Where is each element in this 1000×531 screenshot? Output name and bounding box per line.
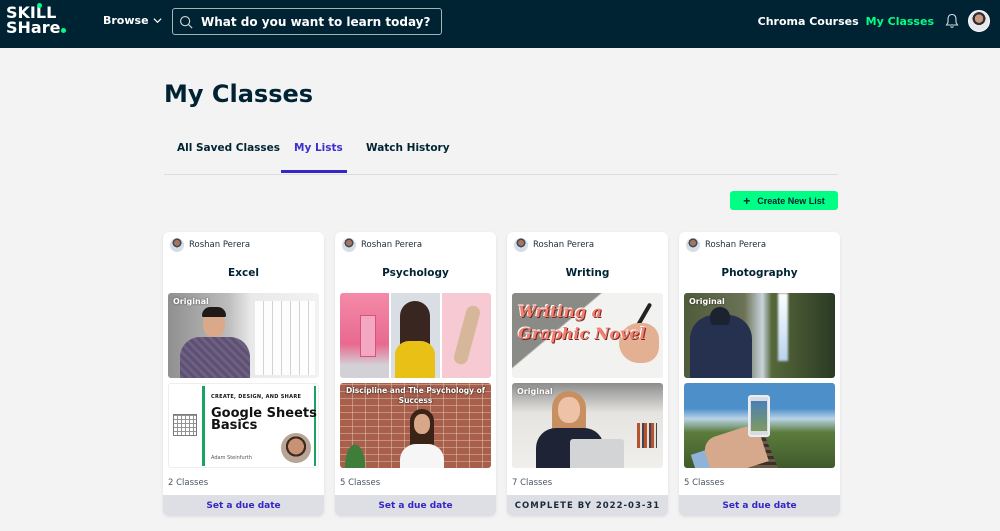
phone-image <box>748 395 770 437</box>
instructor-image <box>558 397 580 423</box>
original-badge: Original <box>517 387 553 396</box>
create-new-list-button[interactable]: + Create New List <box>730 191 838 210</box>
class-thumbnail[interactable]: Discipline and The Psychology of Success <box>340 383 491 468</box>
list-title: Excel <box>228 267 259 279</box>
laptop-image <box>570 439 624 468</box>
class-count: 5 Classes <box>340 478 381 488</box>
logo-dot <box>37 3 42 8</box>
class-thumbnail[interactable]: Original <box>168 293 319 378</box>
logo-line-2: SHare <box>6 18 78 37</box>
list-title: Psychology <box>382 267 449 279</box>
list-title: Writing <box>565 267 610 279</box>
instructor-image <box>180 307 250 378</box>
search-bar[interactable] <box>172 8 442 35</box>
active-tab-indicator <box>281 170 347 173</box>
owner-name: Roshan Perera <box>361 240 423 250</box>
browse-menu-button[interactable]: Browse <box>103 14 162 27</box>
owner-avatar <box>170 238 184 252</box>
bell-icon[interactable] <box>944 13 960 29</box>
class-count: 2 Classes <box>168 478 209 488</box>
class-thumbnail[interactable] <box>340 293 491 378</box>
plant-image <box>342 438 368 468</box>
jumping-woman-image <box>442 293 491 378</box>
set-due-date-button[interactable]: Set a due date <box>335 495 496 516</box>
tab-watch-history[interactable]: Watch History <box>366 142 450 154</box>
owner-name: Roshan Perera <box>705 240 767 250</box>
list-card-writing[interactable]: Roshan Perera Writing Writing a Graphic … <box>507 232 668 516</box>
instructor-image <box>391 293 440 378</box>
logo-dot-end <box>61 28 67 33</box>
list-owner: Roshan Perera <box>686 238 766 252</box>
bookshelf-image <box>637 423 657 448</box>
create-new-list-label: Create New List <box>757 195 825 206</box>
list-card-psychology[interactable]: Roshan Perera Psychology Discipline and … <box>335 232 496 516</box>
waterfall-image <box>778 293 788 361</box>
list-owner: Roshan Perera <box>170 238 250 252</box>
nav-chroma-courses[interactable]: Chroma Courses <box>758 15 859 28</box>
accent-bar <box>202 386 205 466</box>
spreadsheet-graphic <box>255 301 315 375</box>
instructor-photo <box>281 433 311 463</box>
class-thumbnail[interactable]: Original <box>512 383 663 468</box>
owner-name: Roshan Perera <box>189 240 251 250</box>
list-owner: Roshan Perera <box>514 238 594 252</box>
due-date-label[interactable]: COMPLETE BY 2022-03-31 <box>507 495 668 516</box>
list-title: Photography <box>721 267 798 279</box>
user-avatar[interactable] <box>968 10 990 32</box>
spreadsheet-icon <box>173 414 197 436</box>
logo-line-2-text: SHare <box>6 18 61 37</box>
owner-avatar <box>686 238 700 252</box>
top-navigation-bar: SKILL SHare Browse Chroma Courses My Cla… <box>0 0 1000 48</box>
class-count: 7 Classes <box>512 478 553 488</box>
list-owner: Roshan Perera <box>342 238 422 252</box>
thumbnail-title: Google Sheets Basics <box>211 406 317 433</box>
owner-avatar <box>342 238 356 252</box>
page-title: My Classes <box>164 80 314 108</box>
tab-my-lists[interactable]: My Lists <box>294 142 343 154</box>
original-badge: Original <box>689 297 725 306</box>
skillshare-logo[interactable]: SKILL SHare <box>6 3 78 41</box>
header-nav: Chroma Courses My Classes <box>758 15 934 28</box>
list-card-excel[interactable]: Roshan Perera Excel Original CREATE, DES… <box>163 232 324 516</box>
owner-avatar <box>514 238 528 252</box>
set-due-date-button[interactable]: Set a due date <box>679 495 840 516</box>
nav-my-classes[interactable]: My Classes <box>866 15 934 28</box>
class-thumbnail[interactable]: Original <box>684 293 835 378</box>
chevron-down-icon <box>153 18 162 24</box>
thumbnail-author: Adam Steinfurth <box>211 455 252 461</box>
tab-all-saved-classes[interactable]: All Saved Classes <box>177 142 280 154</box>
pink-room-image <box>340 293 389 378</box>
class-thumbnail[interactable] <box>684 383 835 468</box>
set-due-date-button[interactable]: Set a due date <box>163 495 324 516</box>
thumbnail-kicker: CREATE, DESIGN, AND SHARE <box>211 394 302 400</box>
thumbnail-title: Discipline and The Psychology of Success <box>345 386 486 405</box>
tab-bar: All Saved Classes My Lists Watch History <box>164 138 838 175</box>
class-count: 5 Classes <box>684 478 725 488</box>
instructor-image <box>400 409 444 468</box>
class-thumbnail[interactable]: CREATE, DESIGN, AND SHARE Google Sheets … <box>168 383 319 468</box>
browse-label: Browse <box>103 14 149 27</box>
owner-name: Roshan Perera <box>533 240 595 250</box>
class-thumbnail[interactable]: Writing a Graphic Novel <box>512 293 663 378</box>
plus-icon: + <box>743 193 751 208</box>
thumbnail-title: Writing a Graphic Novel <box>518 302 646 343</box>
search-icon <box>180 15 193 29</box>
list-card-photography[interactable]: Roshan Perera Photography Original 5 Cla… <box>679 232 840 516</box>
search-input[interactable] <box>201 14 431 29</box>
original-badge: Original <box>173 297 209 306</box>
